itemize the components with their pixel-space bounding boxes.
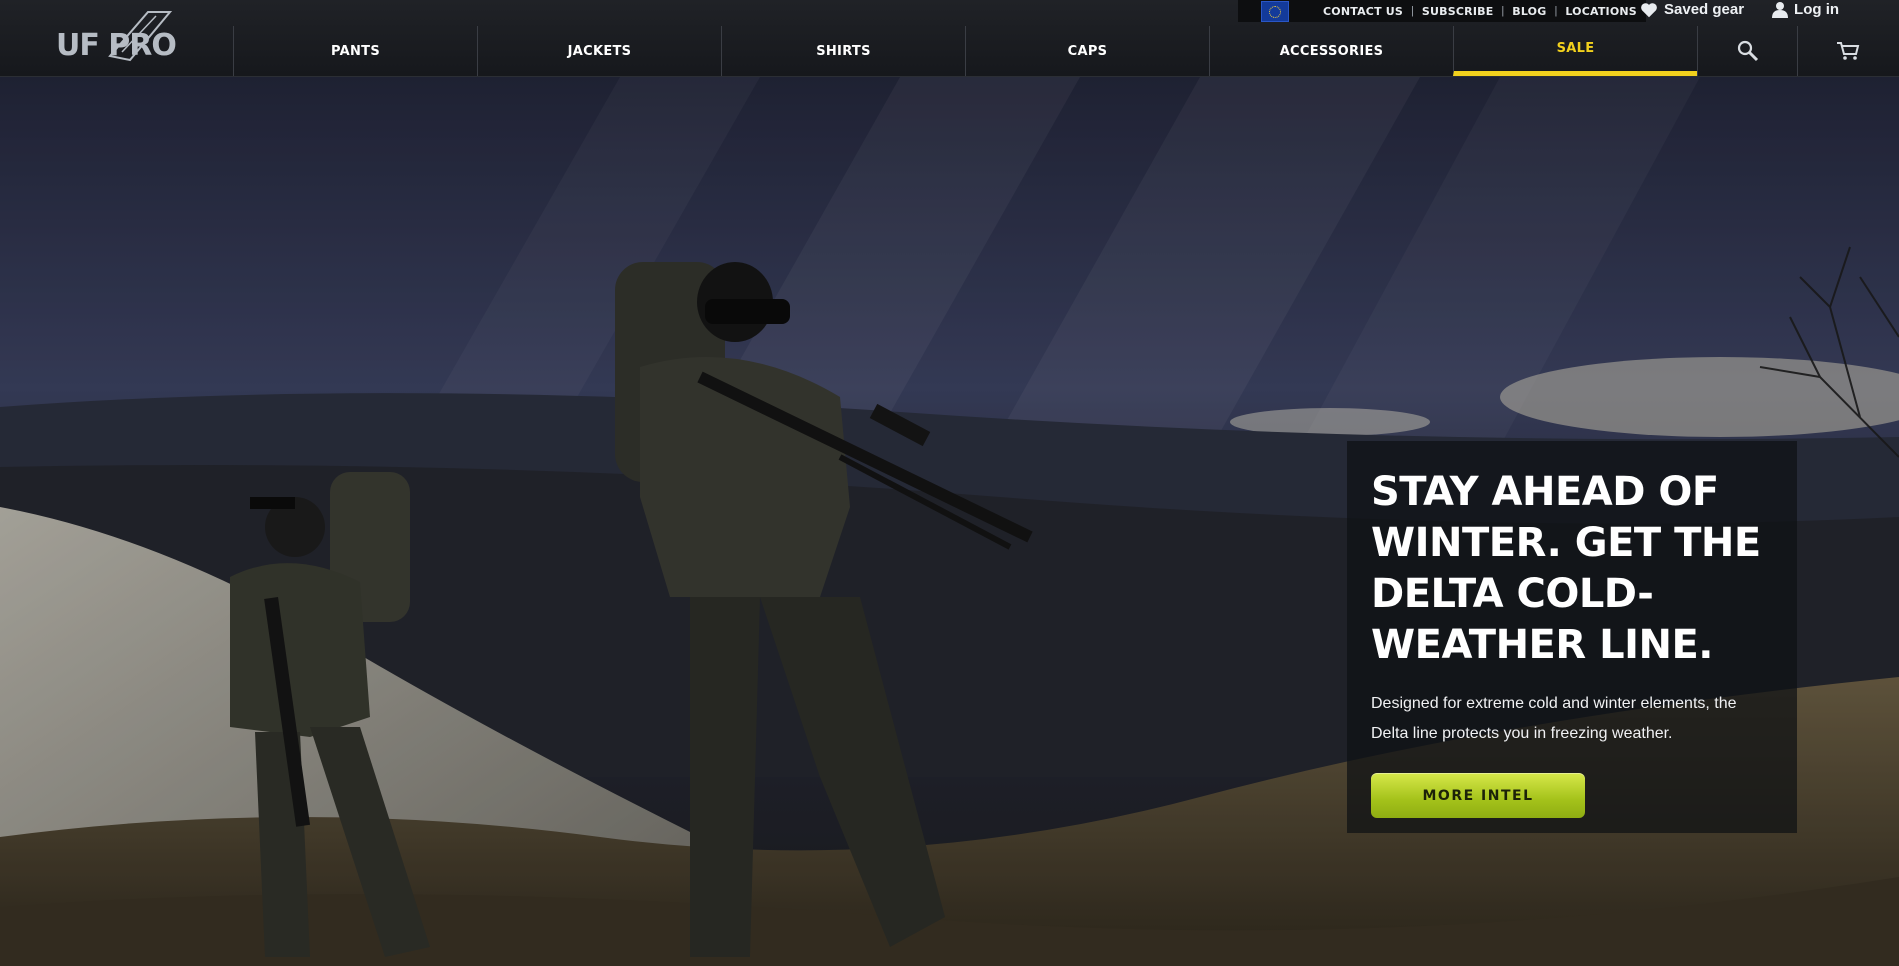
nav-shirts[interactable]: SHIRTS: [721, 26, 965, 76]
hero-banner: STAY AHEAD OF WINTER. GET THE DELTA COLD…: [0, 77, 1899, 966]
account-links: Saved gear Log in: [1640, 1, 1867, 18]
more-intel-button[interactable]: MORE INTEL: [1371, 773, 1585, 818]
utility-bar: CONTACT US | SUBSCRIBE | BLOG | LOCATION…: [1238, 0, 1646, 22]
eu-flag-icon[interactable]: [1261, 0, 1289, 22]
promo-box: STAY AHEAD OF WINTER. GET THE DELTA COLD…: [1347, 441, 1797, 833]
separator: |: [1554, 5, 1558, 17]
main-nav: PANTS JACKETS SHIRTS CAPS ACCESSORIES SA…: [233, 26, 1897, 76]
nav-caps[interactable]: CAPS: [965, 26, 1209, 76]
separator: |: [1501, 5, 1505, 17]
search-button[interactable]: [1697, 26, 1797, 76]
cart-button[interactable]: [1797, 26, 1897, 76]
nav-jackets[interactable]: JACKETS: [477, 26, 721, 76]
site-header: UF PRO CONTACT US | SUBSCRIBE | BLOG | L…: [0, 0, 1899, 77]
subscribe-link[interactable]: SUBSCRIBE: [1422, 5, 1494, 18]
search-icon: [1737, 40, 1758, 62]
utility-links: CONTACT US | SUBSCRIBE | BLOG | LOCATION…: [1323, 5, 1637, 18]
heart-icon: [1641, 2, 1657, 17]
user-icon: [1772, 2, 1789, 18]
promo-title: STAY AHEAD OF WINTER. GET THE DELTA COLD…: [1371, 469, 1761, 668]
contact-us-link[interactable]: CONTACT US: [1323, 5, 1403, 18]
nav-sale[interactable]: SALE: [1453, 26, 1697, 76]
cart-icon: [1836, 42, 1859, 60]
blog-link[interactable]: BLOG: [1512, 5, 1546, 18]
promo-description: Designed for extreme cold and winter ele…: [1371, 695, 1737, 742]
locations-link[interactable]: LOCATIONS: [1565, 5, 1637, 18]
logo-text: UF PRO: [56, 28, 177, 63]
nav-accessories[interactable]: ACCESSORIES: [1209, 26, 1453, 76]
login-label: Log in: [1794, 1, 1840, 18]
nav-pants[interactable]: PANTS: [233, 26, 477, 76]
separator: |: [1411, 5, 1414, 17]
login-link[interactable]: Log in: [1772, 1, 1839, 18]
brand-logo[interactable]: UF PRO: [52, 8, 192, 68]
saved-gear-link[interactable]: Saved gear: [1640, 1, 1744, 18]
saved-gear-label: Saved gear: [1664, 1, 1745, 18]
